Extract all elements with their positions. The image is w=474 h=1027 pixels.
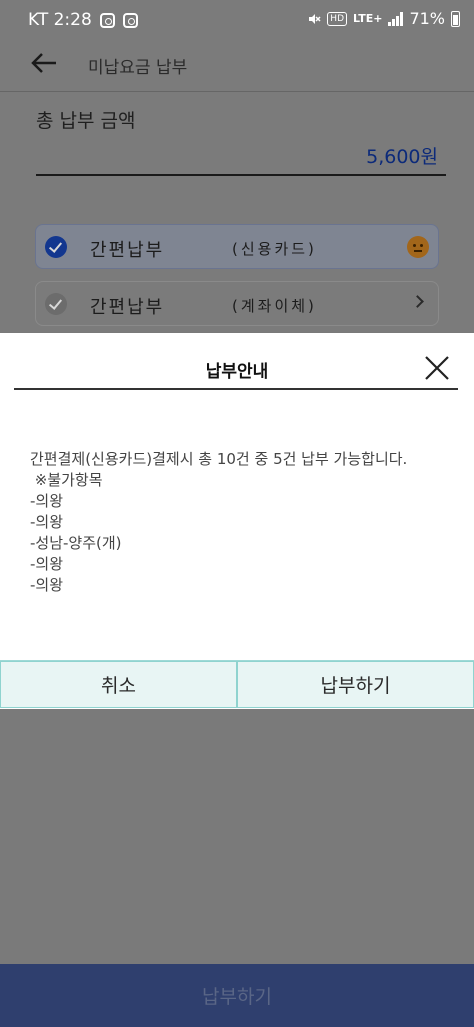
battery-icon [451,10,460,27]
message-line: -의왕 [30,555,64,573]
dialog-divider [14,388,458,390]
option-credit-card[interactable]: 간편납부 (신용카드) [35,224,439,269]
app-header: 미납요금 납부 [0,40,474,92]
chevron-right-icon [411,295,424,308]
battery-level: 71% [409,9,445,28]
close-icon[interactable] [424,355,450,381]
pay-button[interactable]: 납부하기 [0,964,474,1027]
message-line: ※불가항목 [30,471,103,489]
network-type: LTE+ [353,12,383,25]
message-line: -의왕 [30,513,64,531]
instagram-icon [99,12,115,28]
mute-icon [309,13,321,24]
total-divider [36,174,446,176]
total-amount: 5,600원 [366,146,438,168]
dialog-title: 납부안내 [205,362,269,382]
back-arrow-icon[interactable] [30,52,58,74]
option-bank-transfer[interactable]: 간편납부 (계좌이체) [35,281,439,326]
option-subtitle: (신용카드) [232,240,317,258]
option-subtitle: (계좌이체) [232,297,317,315]
checked-icon [45,236,67,258]
confirm-pay-button[interactable]: 납부하기 [237,661,474,708]
instagram-icon [122,12,138,28]
hd-badge: HD [327,11,347,26]
status-right: HD LTE+ 71% [307,9,460,28]
signal-icon [388,11,404,26]
unchecked-icon [45,293,67,315]
dim-overlay [0,709,474,964]
payment-content: 총 납부 금액 5,600원 간편납부 (신용카드) 간편납부 (계좌이체) [0,92,474,332]
frown-face-icon [407,236,429,258]
dialog-buttons: 취소 납부하기 [0,660,474,708]
dialog-message: 간편결제(신용카드)결제시 총 10건 중 5건 납부 가능합니다. ※불가항목… [30,449,450,596]
total-label: 총 납부 금액 [36,110,136,132]
page-title: 미납요금 납부 [88,58,188,78]
carrier-time: KT 2:28 [28,10,92,30]
message-line: -의왕 [30,492,64,510]
message-line: -의왕 [30,576,64,594]
option-title: 간편납부 [90,240,165,261]
status-left: KT 2:28 [28,10,138,30]
message-line: 간편결제(신용카드)결제시 총 10건 중 5건 납부 가능합니다. [30,450,408,468]
cancel-button[interactable]: 취소 [0,661,237,708]
status-bar: KT 2:28 HD LTE+ 71% [0,0,474,40]
option-title: 간편납부 [90,297,165,318]
message-line: -성남-양주(개) [30,534,122,552]
payment-notice-dialog: 납부안내 간편결제(신용카드)결제시 총 10건 중 5건 납부 가능합니다. … [0,333,474,709]
